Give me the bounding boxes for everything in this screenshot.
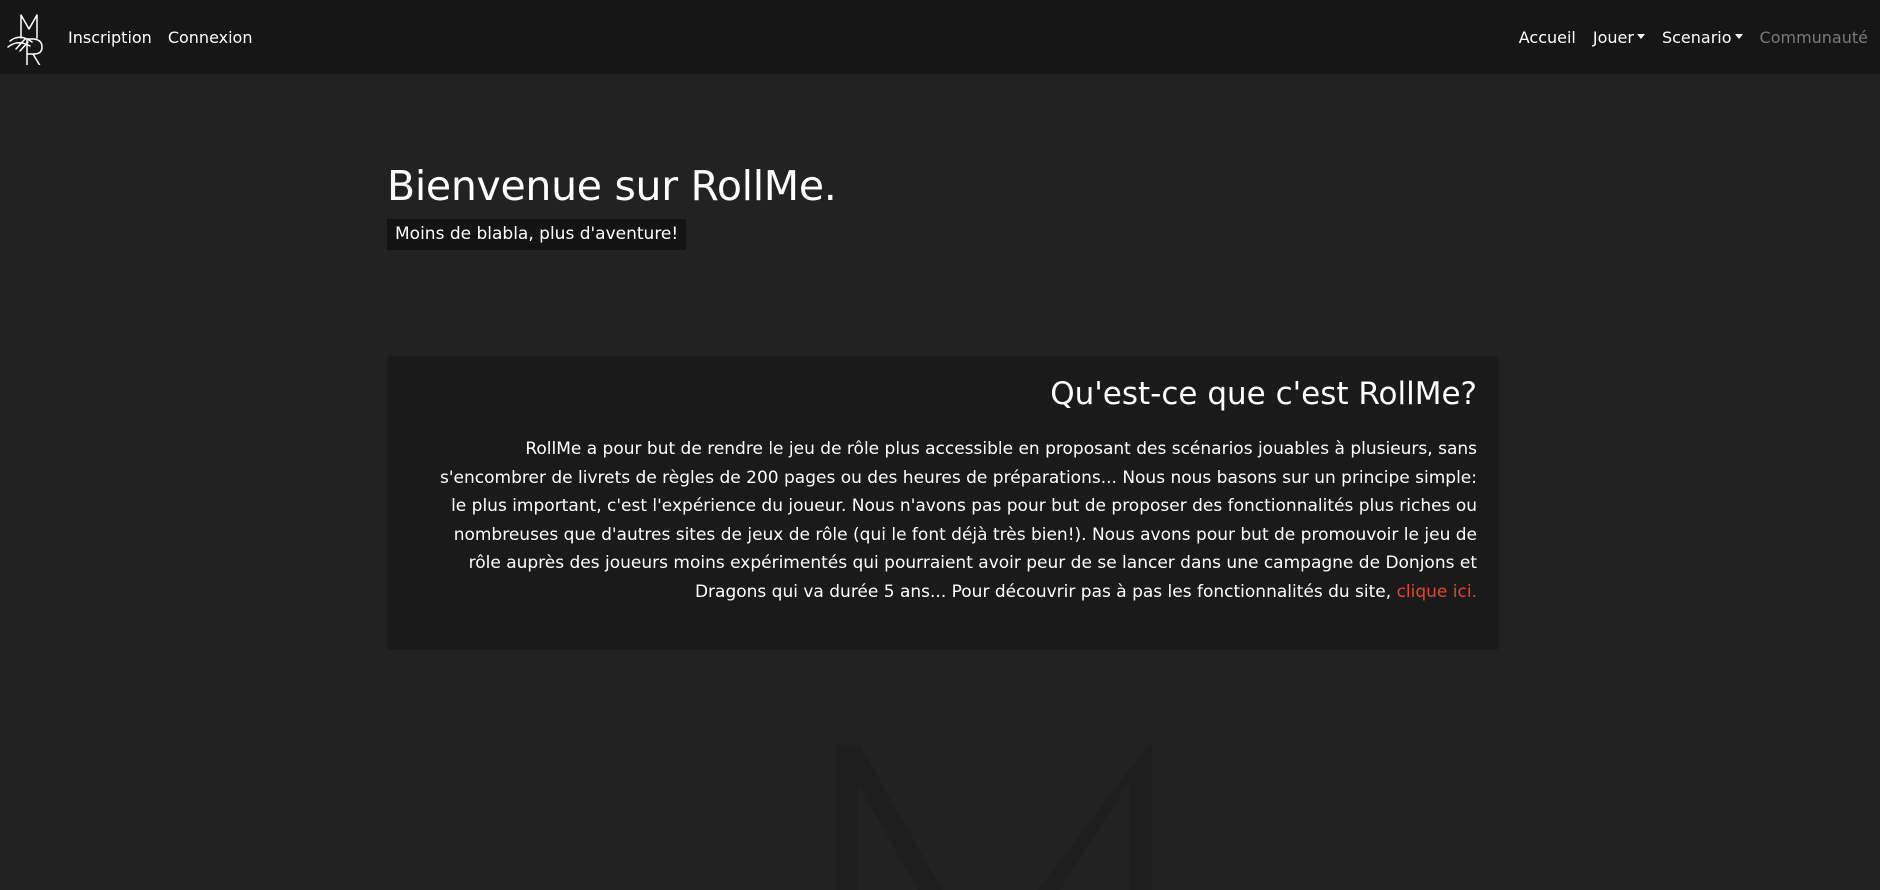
nav-link-connexion[interactable]: Connexion (168, 28, 253, 47)
about-line-5: rôle auprès des joueurs moins expériment… (468, 553, 1477, 574)
page-title: Bienvenue sur RollMe. (387, 162, 837, 210)
nav-dropdown-jouer[interactable]: Jouer (1593, 28, 1645, 47)
tagline-badge: Moins de blabla, plus d'aventure! (387, 219, 687, 250)
caret-down-icon (1734, 33, 1743, 39)
nav-dropdown-jouer-label: Jouer (1592, 27, 1634, 47)
rollme-logo-icon[interactable] (6, 9, 48, 65)
navbar-left-group: Inscription Connexion (6, 0, 268, 74)
about-line-1: RollMe a pour but de rendre le jeu de rô… (525, 439, 1477, 459)
nav-dropdown-scenario-label: Scenario (1661, 27, 1732, 47)
tutorial-link[interactable]: clique ici. (1397, 582, 1477, 602)
about-paragraph: RollMe a pour but de rendre le jeu de rô… (405, 435, 1477, 607)
about-line-2: s'encombrer de livrets de règles de 200 … (440, 467, 1477, 488)
about-line-3: le plus important, c'est l'expérience du… (451, 496, 1477, 517)
rollme-watermark-logo (836, 745, 1152, 890)
nav-link-inscription[interactable]: Inscription (68, 28, 152, 47)
top-navbar: Inscription Connexion Accueil Jouer Scen… (0, 0, 1880, 74)
nav-dropdown-scenario[interactable]: Scenario (1662, 28, 1743, 47)
about-line-6: Dragons qui va durée 5 ans... Pour décou… (694, 581, 1397, 602)
nav-link-communaute[interactable]: Communauté (1760, 28, 1868, 47)
about-card: Qu'est-ce que c'est RollMe? RollMe a pou… (387, 356, 1499, 650)
nav-link-accueil[interactable]: Accueil (1519, 28, 1576, 47)
navbar-right-group: Accueil Jouer Scenario Communauté (1502, 0, 1868, 74)
caret-down-icon (1636, 33, 1645, 39)
about-title: Qu'est-ce que c'est RollMe? (1050, 376, 1477, 412)
hero-section: Bienvenue sur RollMe. Moins de blabla, p… (387, 158, 837, 250)
about-line-4: nombreuses que d'autres sites de jeux de… (453, 524, 1477, 545)
